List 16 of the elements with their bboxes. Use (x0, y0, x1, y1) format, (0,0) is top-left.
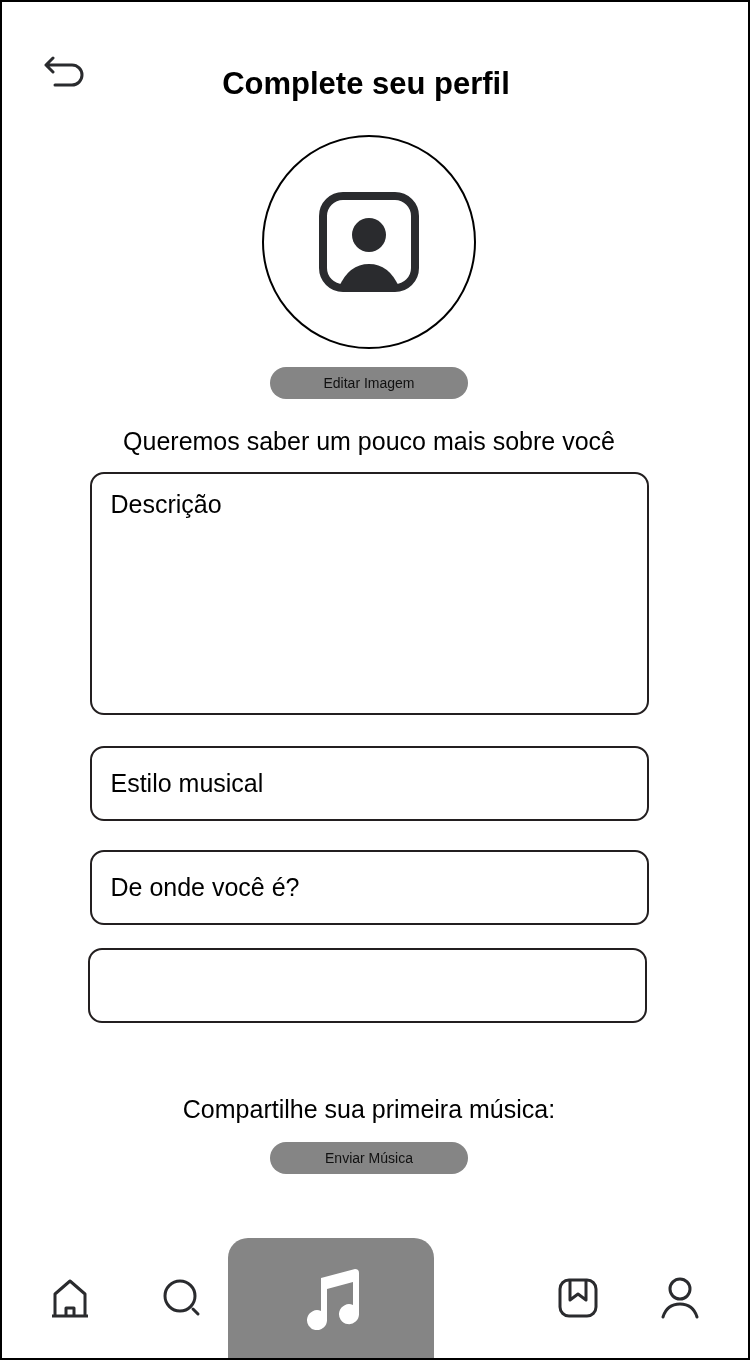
input-field[interactable]: De onde você é? (89, 850, 649, 925)
bookmark-icon (558, 1278, 598, 1318)
search-icon (163, 1279, 201, 1317)
input-field[interactable] (87, 948, 647, 1023)
input-field[interactable]: Estilo musical (89, 746, 649, 821)
page-title: Complete seu perfil (222, 65, 510, 102)
profile-picture-icon (319, 192, 419, 292)
home-icon (50, 1278, 90, 1318)
send-music-button[interactable]: Enviar Música (270, 1142, 468, 1174)
share-label: Compartilhe sua primeira música: (182, 1095, 556, 1124)
description-field[interactable]: Descrição (89, 472, 649, 715)
music-tab[interactable] (228, 1238, 434, 1358)
profile-icon (661, 1277, 699, 1319)
intro-text: Queremos saber um pouco mais sobre você (123, 427, 615, 456)
back-icon[interactable] (43, 56, 85, 88)
edit-image-button[interactable]: Editar Imagem (270, 367, 468, 399)
